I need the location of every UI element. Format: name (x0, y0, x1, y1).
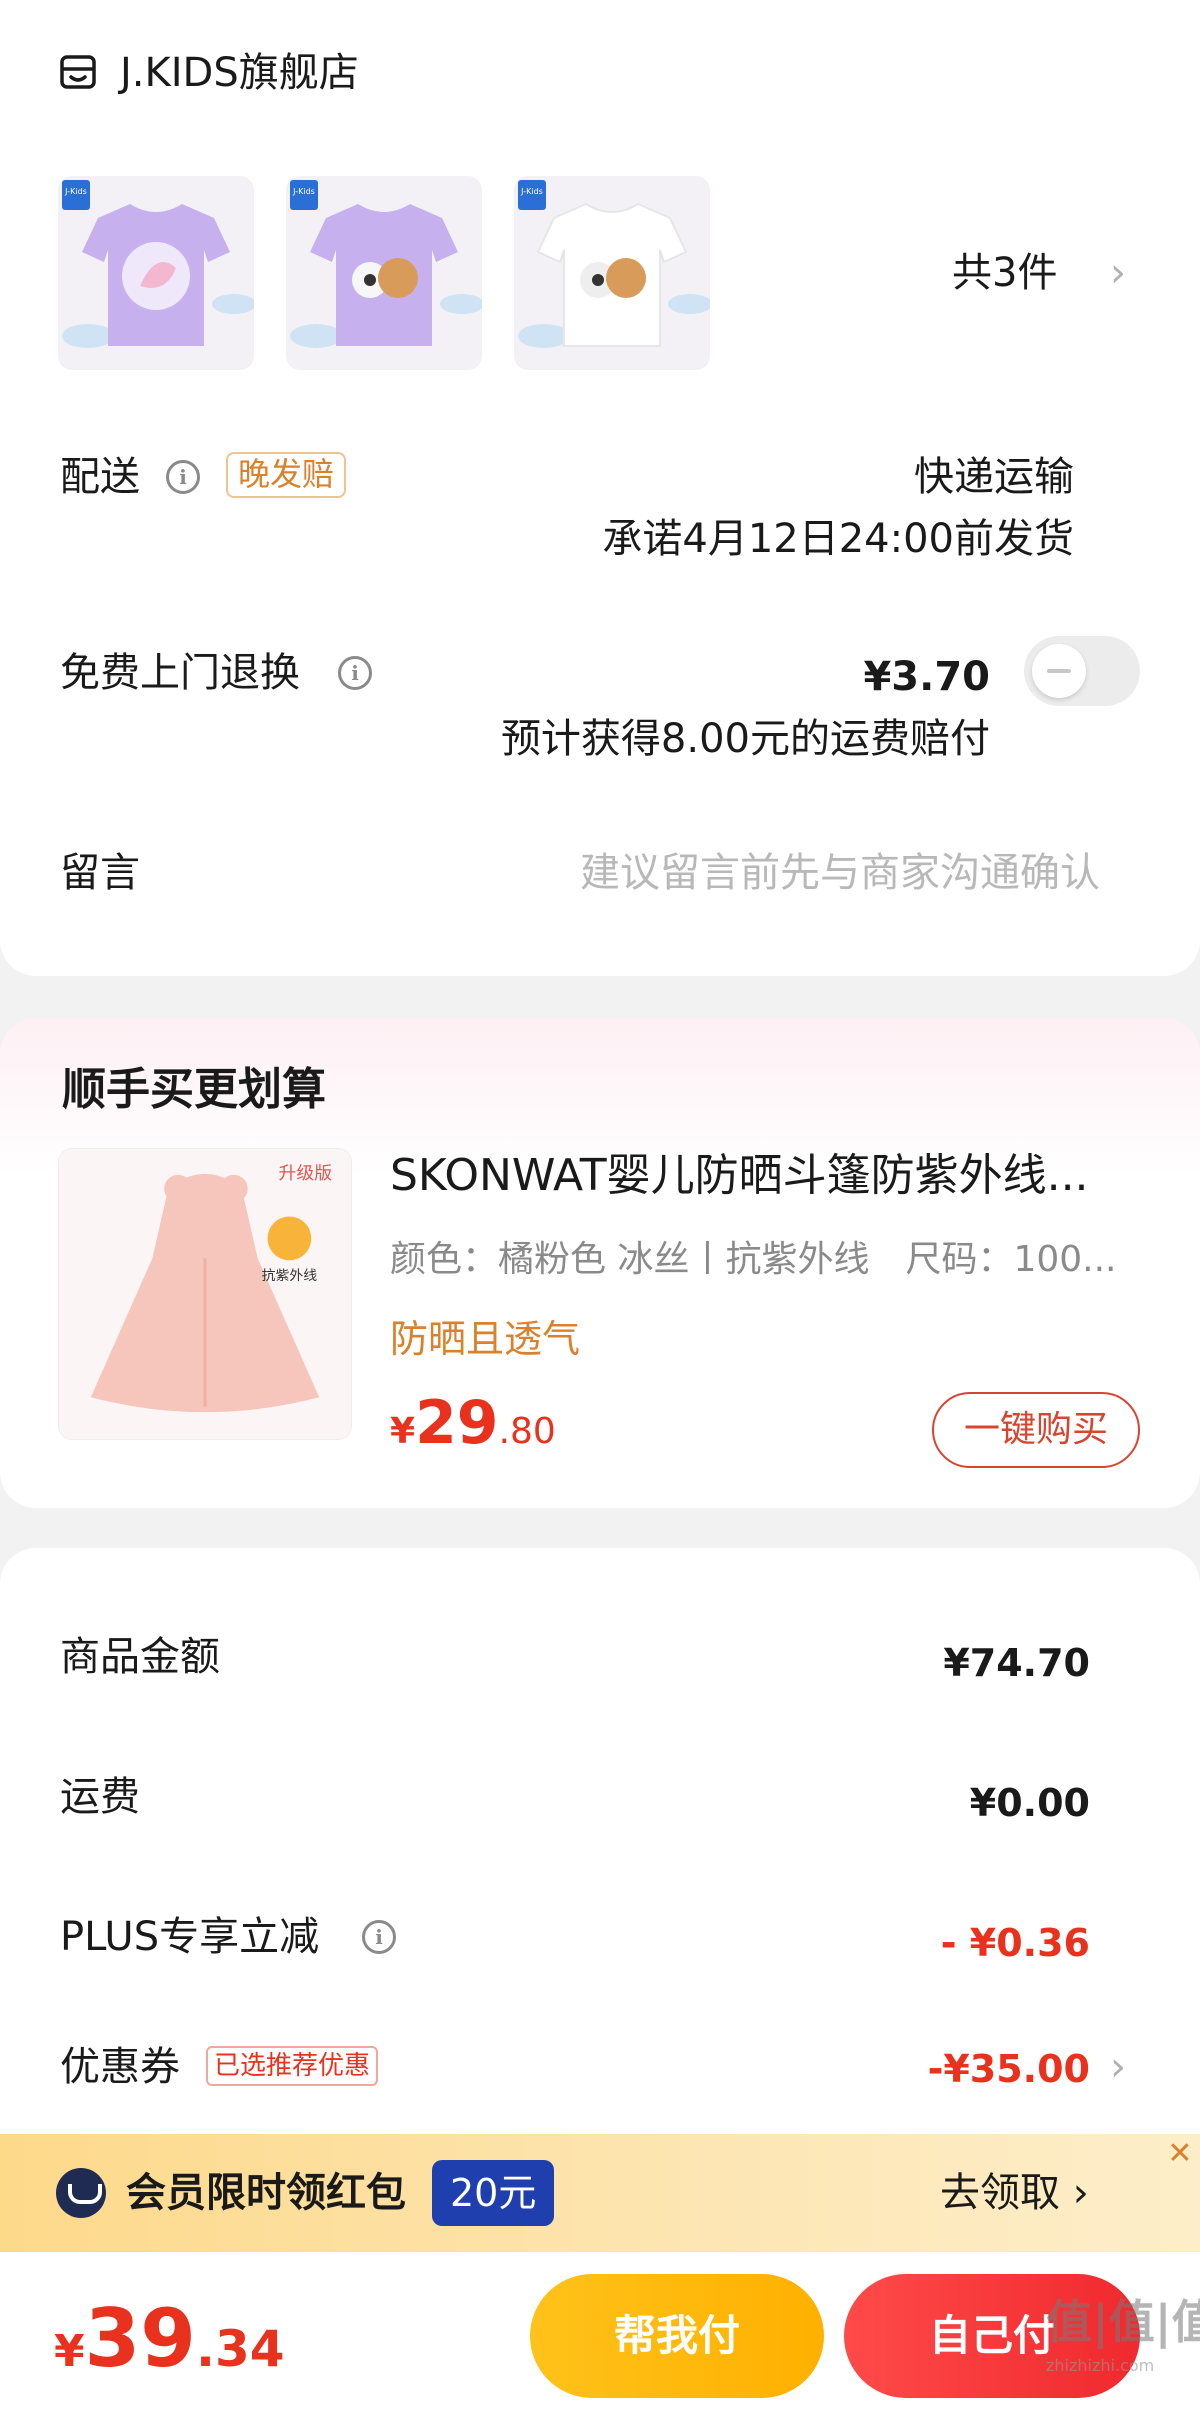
price-symbol: ¥ (390, 1411, 416, 1452)
upsell-feature-tag: 防晒且透气 (390, 1317, 581, 1361)
image-badge: 升级版 (279, 1163, 333, 1184)
chevron-right-icon[interactable]: › (1110, 250, 1126, 296)
goods-amount-value: ¥74.70 (943, 1641, 1090, 1685)
message-input[interactable]: 建议留言前先与商家沟通确认 (580, 850, 1100, 896)
info-icon[interactable]: i (338, 656, 372, 690)
banner-text: 会员限时领红包 (126, 2170, 406, 2216)
total-symbol: ¥ (54, 2326, 85, 2377)
message-label: 留言 (60, 850, 140, 896)
toggle-knob (1032, 644, 1086, 698)
upsell-product-name[interactable]: SKONWAT婴儿防晒斗篷防紫外线... (390, 1150, 1150, 1202)
return-service-price: ¥3.70 (863, 654, 990, 700)
watermark-url: zhizhizhi.com (1046, 2356, 1155, 2375)
total-integer: 39 (84, 2292, 196, 2385)
checkout-bar: ¥39.34 帮我付 自己付 值|值|值 zhizhizhi.com (0, 2252, 1200, 2415)
price-decimal: .80 (498, 1411, 556, 1452)
return-service-note: 预计获得8.00元的运费赔付 (500, 716, 990, 762)
order-card: J.KIDS旗舰店 J-Kids J-Kids J-Kids 共3件 › 配送 … (0, 0, 1200, 976)
return-service-toggle[interactable] (1024, 636, 1140, 706)
coupon-label: 优惠券 (60, 2044, 180, 2090)
price-integer: 29 (415, 1388, 499, 1458)
banner-amount-badge: 20元 (432, 2160, 555, 2226)
delivery-label: 配送 (60, 454, 140, 500)
thumb-brand: J-Kids (520, 187, 543, 196)
coupon-value[interactable]: -¥35.00 (928, 2046, 1090, 2092)
member-redpacket-banner[interactable]: 会员限时领红包 20元 去领取 › ✕ (0, 2134, 1200, 2252)
delivery-promise: 承诺4月12日24:00前发货 (602, 516, 1074, 562)
one-click-buy-button[interactable]: 一键购买 (932, 1392, 1140, 1468)
close-icon[interactable]: ✕ (1160, 2134, 1200, 2174)
product-thumb[interactable]: J-Kids (58, 176, 254, 370)
image-uv-label: 抗紫外线 (262, 1268, 318, 1284)
goods-amount-label: 商品金额 (60, 1634, 220, 1680)
plus-discount-value: - ¥0.36 (940, 1921, 1090, 1965)
plus-discount-label: PLUS专享立减 (60, 1914, 320, 1960)
shipping-label: 运费 (60, 1774, 140, 1820)
upsell-product-spec[interactable]: 颜色：橘粉色 冰丝丨抗紫外线 尺码：100... (390, 1238, 1150, 1282)
return-service-label: 免费上门退换 (60, 650, 300, 696)
info-icon[interactable]: i (166, 460, 200, 494)
upsell-product-image[interactable]: 升级版 抗紫外线 (58, 1148, 352, 1440)
shipping-value: ¥0.00 (969, 1781, 1090, 1825)
store-icon (60, 55, 96, 89)
total-price: ¥39.34 (54, 2292, 285, 2385)
late-compensation-tag: 晚发赔 (226, 452, 347, 498)
upsell-price: ¥29.80 (390, 1388, 556, 1458)
thumb-brand: J-Kids (64, 187, 87, 196)
upsell-title: 顺手买更划算 (62, 1064, 326, 1115)
claim-link[interactable]: 去领取 › (940, 2168, 1089, 2218)
product-thumb[interactable]: J-Kids (514, 176, 710, 370)
watermark: 值|值|值 (1046, 2295, 1200, 2349)
chevron-right-icon[interactable]: › (1110, 2044, 1126, 2090)
delivery-method[interactable]: 快递运输 (914, 454, 1074, 500)
store-name[interactable]: J.KIDS旗舰店 (120, 50, 359, 96)
thumb-brand: J-Kids (292, 187, 315, 196)
product-thumb[interactable]: J-Kids (286, 176, 482, 370)
pay-for-me-button[interactable]: 帮我付 (530, 2274, 824, 2398)
plus-member-icon (56, 2168, 106, 2218)
coupon-recommended-tag: 已选推荐优惠 (206, 2046, 379, 2086)
info-icon[interactable]: i (362, 1920, 396, 1954)
item-count[interactable]: 共3件 (952, 250, 1057, 296)
total-decimal: .34 (195, 2320, 285, 2378)
